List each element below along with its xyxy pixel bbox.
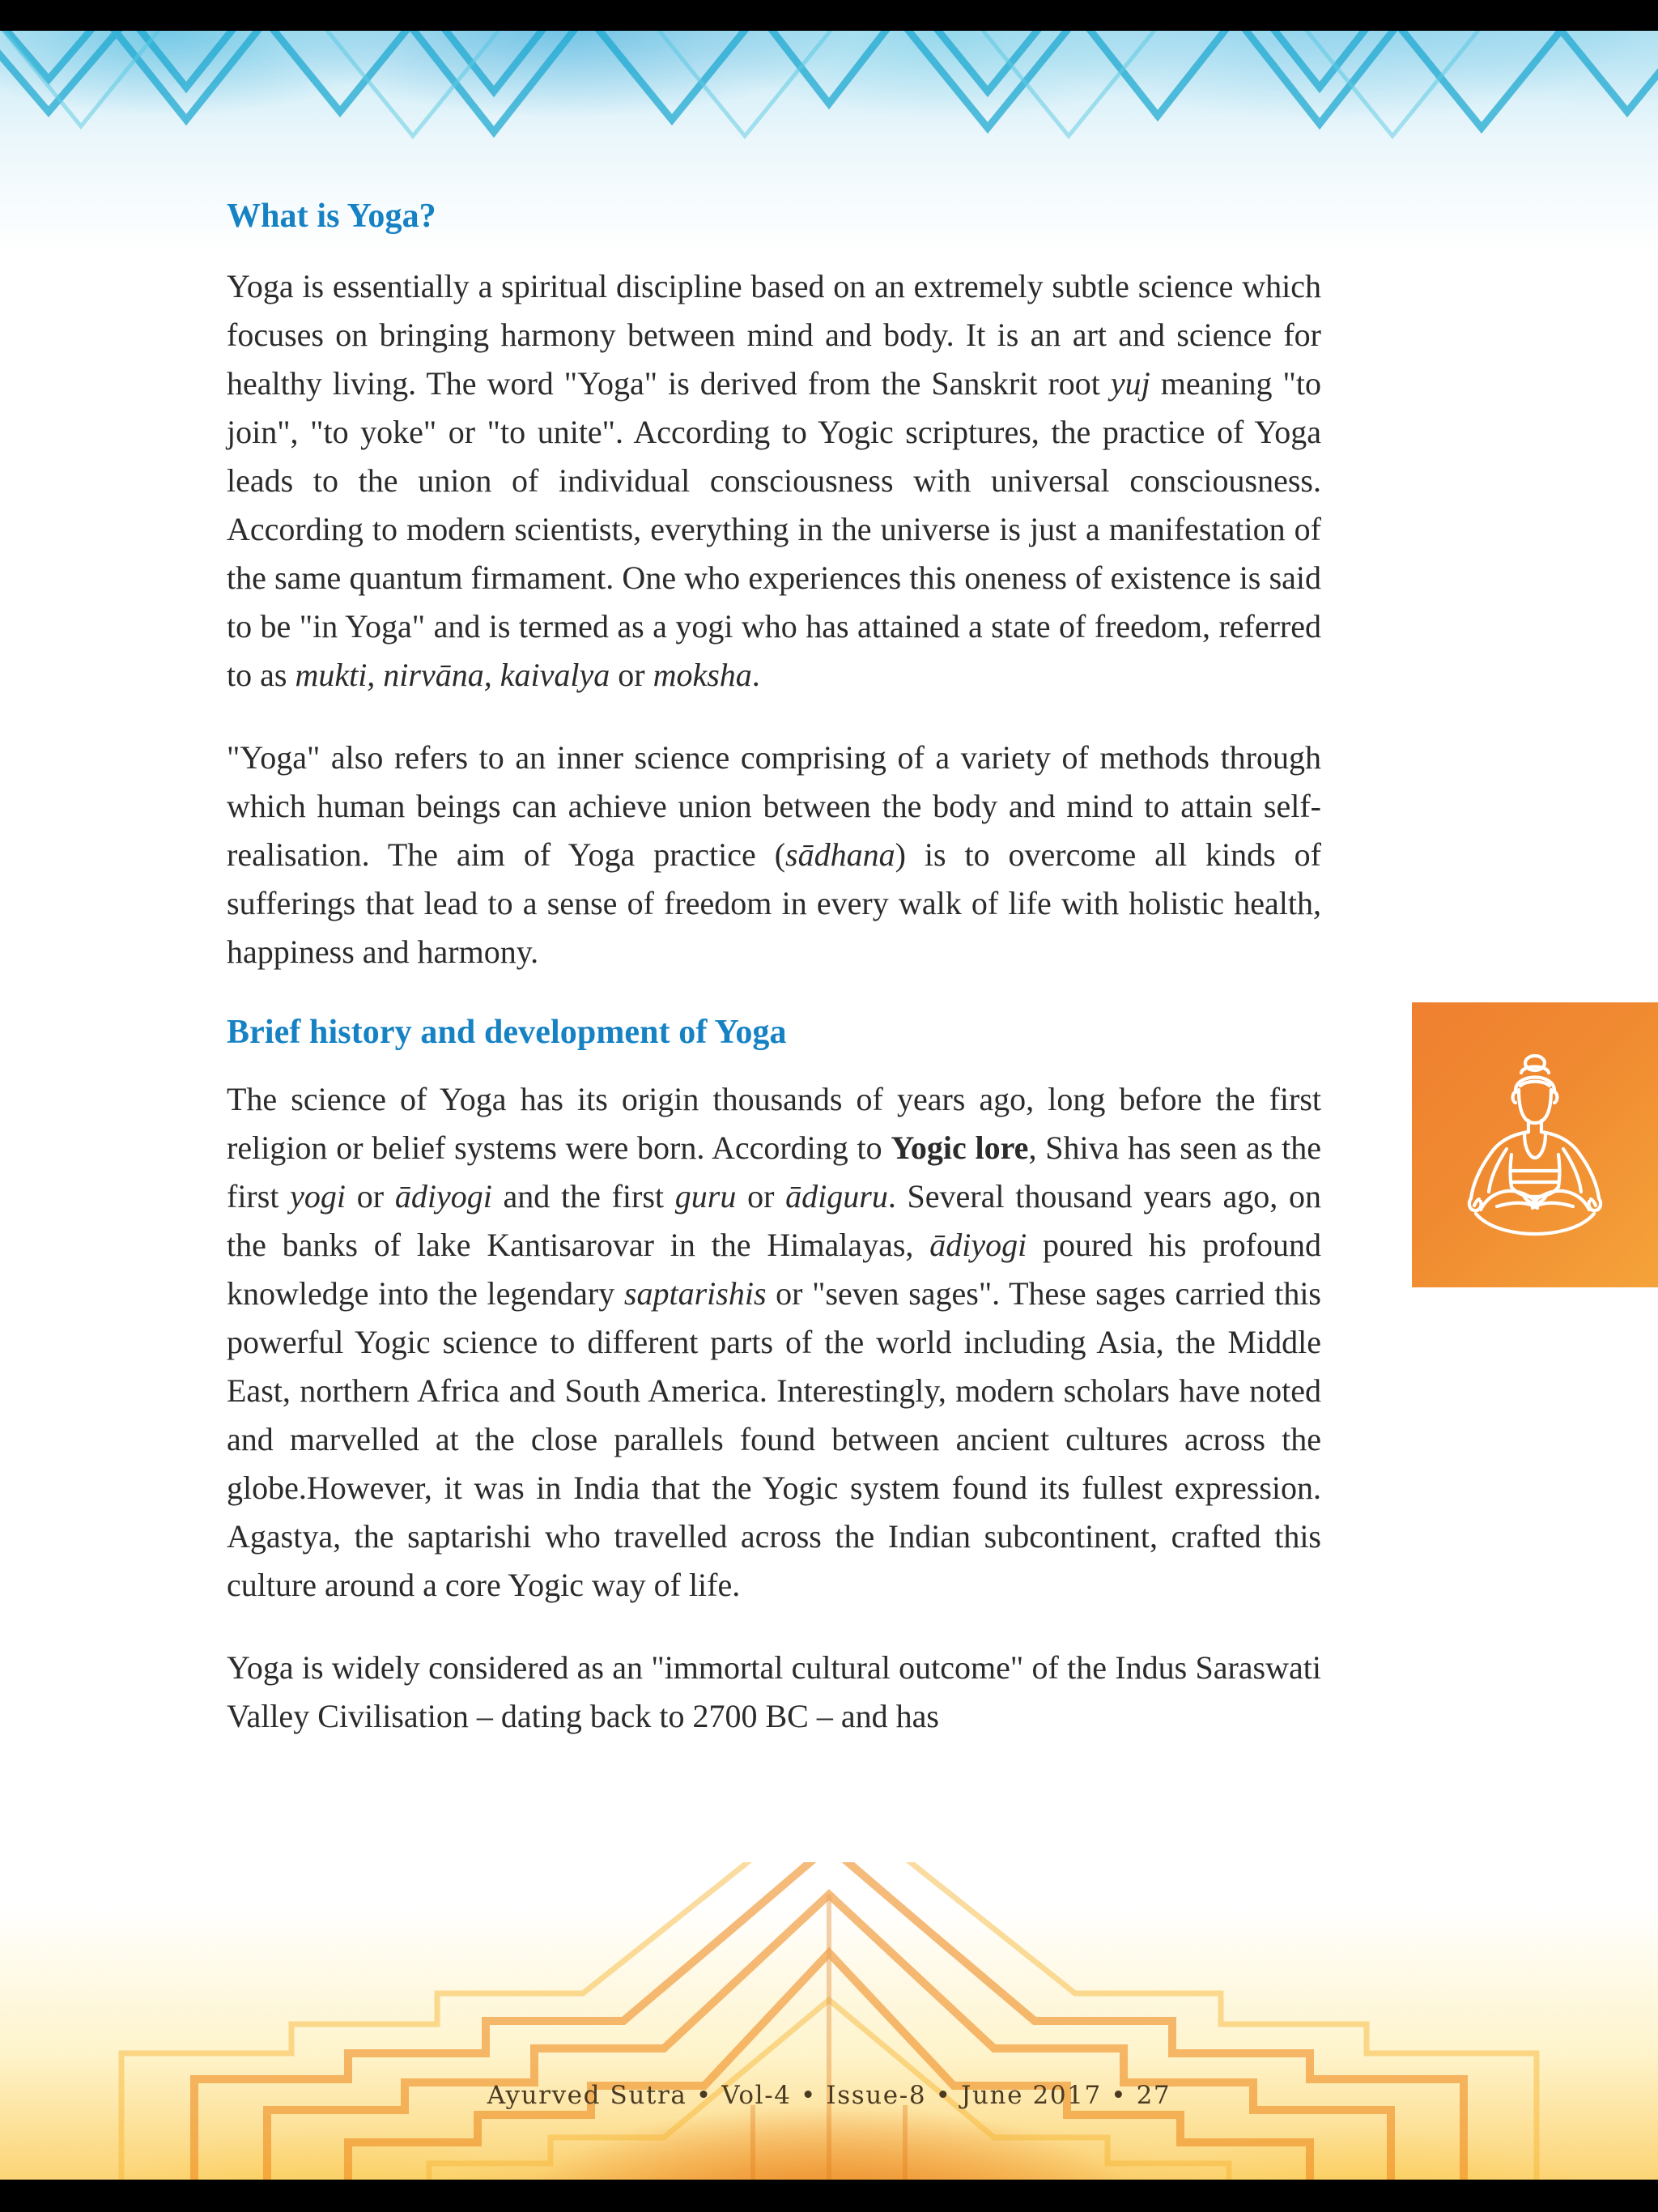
letterbox-top [0,0,1658,31]
text-run: or [610,657,653,694]
page-title: What is Yoga? [227,198,436,235]
text-run-italic: yuj [1110,365,1150,402]
text-run: meaning "to join", "to yoke" or "to unit… [227,365,1321,694]
section-heading-brief-history: Brief history and development of Yoga [227,1014,787,1052]
paragraph-definition: Yoga is essentially a spiritual discipli… [227,262,1321,700]
text-run-italic: ādiyogi [929,1227,1027,1264]
text-run-italic: sādhana [785,836,895,874]
text-run-bold: Yogic lore [891,1129,1029,1167]
text-run-italic: ādiyogi [394,1178,492,1215]
text-run-italic: mukti, nirvāna, kaivalya [295,657,610,694]
paragraph-origin: The science of Yoga has its origin thous… [227,1075,1321,1610]
text-run: or [736,1178,786,1215]
bottom-decorative-border [0,1862,1658,2180]
text-run: or [346,1178,395,1215]
text-run-italic: moksha [653,657,752,694]
text-run: and the first [491,1178,675,1215]
letterbox-bottom [0,2180,1658,2212]
text-run: . [751,657,760,694]
text-run-italic: yogi [290,1178,346,1215]
text-run-italic: guru [674,1178,737,1215]
text-run-italic: ādiguru [785,1178,888,1215]
meditation-lotus-pose-icon [1467,1053,1603,1236]
top-mandala-chevrons [0,31,1658,217]
bottom-mandala-pattern [0,1862,1658,2180]
text-run: or "seven sages". These sages carried th… [227,1275,1321,1604]
meditation-illustration-panel [1412,1002,1658,1287]
article-content: What is Yoga? Yoga is essentially a spir… [227,198,1321,1741]
page-footer: Ayurved Sutra • Vol-4 • Issue-8 • June 2… [0,2081,1658,2110]
text-run-italic: saptarishis [623,1275,767,1312]
footer-citation: Ayurved Sutra • Vol-4 • Issue-8 • June 2… [487,2081,1171,2110]
paragraph-inner-science: "Yoga" also refers to an inner science c… [227,734,1321,976]
document-page: What is Yoga? Yoga is essentially a spir… [0,0,1658,2212]
paragraph-immortal-outcome: Yoga is widely considered as an "immorta… [227,1644,1321,1741]
text-run: Yoga is widely considered as an "immorta… [227,1649,1321,1735]
